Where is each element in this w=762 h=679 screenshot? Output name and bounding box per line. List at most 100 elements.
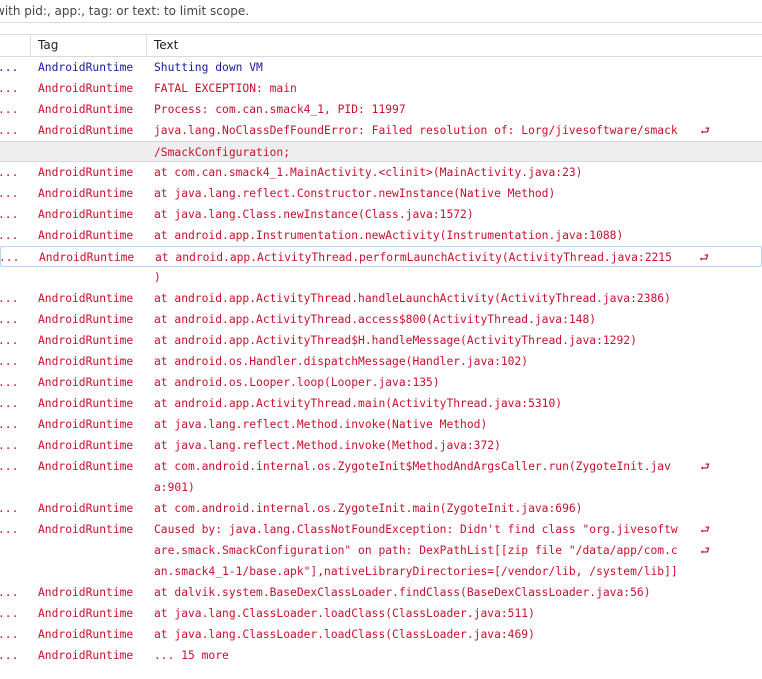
log-row[interactable]: a:901) bbox=[0, 477, 762, 498]
log-row[interactable]: ... AndroidRuntime at android.app.Instrume… bbox=[0, 225, 762, 246]
log-text-cell: a:901) bbox=[154, 481, 195, 494]
log-tag-cell: AndroidRuntime bbox=[38, 292, 134, 305]
log-app-cell: ... bbox=[0, 418, 19, 431]
log-app-cell: ... bbox=[0, 208, 19, 221]
log-row[interactable]: ... AndroidRuntime at dalvik.system.BaseDe… bbox=[0, 582, 762, 603]
log-text-cell: at android.app.ActivityThread.main(Activ… bbox=[154, 397, 563, 410]
column-header-text[interactable]: Text bbox=[146, 35, 762, 56]
table-header: Tag Text bbox=[0, 34, 762, 57]
log-row[interactable]: ) bbox=[0, 267, 762, 288]
log-app-cell: ... bbox=[0, 397, 19, 410]
log-app-cell: ... bbox=[0, 166, 19, 179]
log-app-cell: ... bbox=[0, 82, 19, 95]
log-row[interactable]: ... AndroidRuntime at java.lang.reflect.Co… bbox=[0, 183, 762, 204]
log-app-cell: ... bbox=[0, 649, 19, 662]
log-app-cell: ... bbox=[0, 523, 19, 536]
log-app-cell bbox=[0, 561, 28, 582]
log-text-cell: at android.os.Looper.loop(Looper.java:13… bbox=[154, 376, 440, 389]
log-row[interactable]: ... AndroidRuntime at java.lang.ClassLoade… bbox=[0, 603, 762, 624]
log-text-cell: at com.can.smack4_1.MainActivity.<clinit… bbox=[154, 166, 583, 179]
log-app-cell: ... bbox=[0, 334, 19, 347]
log-row[interactable]: ... AndroidRuntime Caused by: java.lang.Cl… bbox=[0, 519, 762, 540]
log-row[interactable]: ... AndroidRuntime at com.android.internal… bbox=[0, 456, 762, 477]
log-text-cell: at android.app.Instrumentation.newActivi… bbox=[154, 229, 624, 242]
log-row[interactable]: ... AndroidRuntime at java.lang.reflect.Me… bbox=[0, 414, 762, 435]
log-app-cell: ... bbox=[0, 251, 20, 264]
log-row[interactable]: ... AndroidRuntime at android.app.Activity… bbox=[0, 309, 762, 330]
filter-bar bbox=[0, 0, 762, 23]
log-text-cell: at com.android.internal.os.ZygoteInit.ma… bbox=[154, 502, 583, 515]
log-app-cell: ... bbox=[0, 187, 19, 200]
log-row[interactable]: ... AndroidRuntime at android.os.Looper.lo… bbox=[0, 372, 762, 393]
log-app-cell bbox=[0, 540, 28, 561]
log-tag-cell: AndroidRuntime bbox=[38, 460, 134, 473]
column-header-tag[interactable]: Tag bbox=[30, 35, 146, 56]
log-row[interactable]: ... AndroidRuntime at android.os.Handler.d… bbox=[0, 351, 762, 372]
log-app-cell: ... bbox=[0, 313, 19, 326]
log-tag-cell: AndroidRuntime bbox=[38, 208, 134, 221]
log-text-cell: ... 15 more bbox=[154, 649, 229, 662]
log-text-cell: java.lang.NoClassDefFoundError: Failed r… bbox=[154, 124, 678, 137]
log-app-cell: ... bbox=[0, 292, 19, 305]
logcat-table: Tag Text ... AndroidRuntime Shutting down … bbox=[0, 34, 762, 666]
log-tag-cell: AndroidRuntime bbox=[38, 502, 134, 515]
log-app-cell: ... bbox=[0, 607, 19, 620]
column-header-app[interactable] bbox=[0, 35, 30, 56]
log-row[interactable]: ... AndroidRuntime Shutting down VM bbox=[0, 57, 762, 78]
line-wrap-icon: ⮐ bbox=[700, 124, 710, 137]
log-tag-cell: AndroidRuntime bbox=[38, 628, 134, 641]
log-text-cell: FATAL EXCEPTION: main bbox=[154, 82, 297, 95]
log-row[interactable]: ... AndroidRuntime Process: com.can.smack4… bbox=[0, 99, 762, 120]
log-app-cell: ... bbox=[0, 439, 19, 452]
log-tag-cell bbox=[38, 477, 148, 498]
log-row[interactable]: ... AndroidRuntime at android.app.Activity… bbox=[0, 288, 762, 309]
log-app-cell bbox=[0, 477, 28, 498]
line-wrap-icon: ⮐ bbox=[700, 523, 710, 536]
line-wrap-icon: ⮐ bbox=[700, 460, 710, 473]
log-tag-cell: AndroidRuntime bbox=[38, 439, 134, 452]
log-text-cell: at android.app.ActivityThread$H.handleMe… bbox=[154, 334, 637, 347]
log-app-cell: ... bbox=[0, 61, 19, 74]
log-app-cell: ... bbox=[0, 124, 19, 137]
log-text-cell: at java.lang.ClassLoader.loadClass(Class… bbox=[154, 628, 535, 641]
log-rows: ... AndroidRuntime Shutting down VM... Andr… bbox=[0, 57, 762, 666]
log-row[interactable]: ... AndroidRuntime at com.can.smack4_1.Mai… bbox=[0, 162, 762, 183]
log-tag-cell: AndroidRuntime bbox=[38, 649, 134, 662]
log-text-cell: at android.app.ActivityThread.access$800… bbox=[154, 313, 597, 326]
log-text-cell: at java.lang.reflect.Constructor.newInst… bbox=[154, 187, 556, 200]
log-tag-cell: AndroidRuntime bbox=[38, 355, 134, 368]
log-tag-cell: AndroidRuntime bbox=[38, 418, 134, 431]
log-row[interactable]: ... AndroidRuntime at java.lang.Class.newI… bbox=[0, 204, 762, 225]
log-app-cell: ... bbox=[0, 628, 19, 641]
log-row[interactable]: ... AndroidRuntime java.lang.NoClassDefFou… bbox=[0, 120, 762, 141]
log-row[interactable]: ... AndroidRuntime at android.app.Activity… bbox=[0, 393, 762, 414]
log-tag-cell: AndroidRuntime bbox=[38, 82, 134, 95]
log-app-cell: ... bbox=[0, 586, 19, 599]
log-tag-cell bbox=[38, 267, 148, 288]
log-row[interactable]: ... AndroidRuntime FATAL EXCEPTION: main bbox=[0, 78, 762, 99]
log-text-cell: at java.lang.reflect.Method.invoke(Metho… bbox=[154, 439, 501, 452]
log-text-cell: at java.lang.reflect.Method.invoke(Nativ… bbox=[154, 418, 488, 431]
log-tag-cell: AndroidRuntime bbox=[38, 586, 134, 599]
log-app-cell bbox=[0, 267, 28, 288]
log-row[interactable]: an.smack4_1-1/base.apk"],nativeLibraryDi… bbox=[0, 561, 762, 582]
log-app-cell: ... bbox=[0, 502, 19, 515]
log-text-cell: at com.android.internal.os.ZygoteInit$Me… bbox=[154, 460, 671, 473]
log-text-cell: Process: com.can.smack4_1, PID: 11997 bbox=[154, 103, 406, 116]
log-tag-cell: AndroidRuntime bbox=[38, 124, 134, 137]
log-text-cell: are.smack.SmackConfiguration" on path: D… bbox=[154, 544, 678, 557]
log-row[interactable]: ... AndroidRuntime at android.app.Activity… bbox=[0, 330, 762, 351]
log-tag-cell: AndroidRuntime bbox=[38, 607, 134, 620]
log-row[interactable]: /SmackConfiguration; bbox=[0, 141, 762, 162]
log-row[interactable]: ... AndroidRuntime at java.lang.reflect.Me… bbox=[0, 435, 762, 456]
log-text-cell: at java.lang.ClassLoader.loadClass(Class… bbox=[154, 607, 535, 620]
log-tag-cell bbox=[38, 142, 148, 163]
log-row[interactable]: ... AndroidRuntime at com.android.internal… bbox=[0, 498, 762, 519]
search-input[interactable] bbox=[0, 2, 755, 20]
log-tag-cell: AndroidRuntime bbox=[39, 251, 135, 264]
log-row[interactable]: are.smack.SmackConfiguration" on path: D… bbox=[0, 540, 762, 561]
log-row[interactable]: ... AndroidRuntime at java.lang.ClassLoade… bbox=[0, 624, 762, 645]
log-text-cell: at android.app.ActivityThread.performLau… bbox=[155, 251, 672, 264]
log-row[interactable]: ... AndroidRuntime ... 15 more bbox=[0, 645, 762, 666]
log-row[interactable]: ... AndroidRuntime at android.app.Activity… bbox=[0, 246, 762, 267]
